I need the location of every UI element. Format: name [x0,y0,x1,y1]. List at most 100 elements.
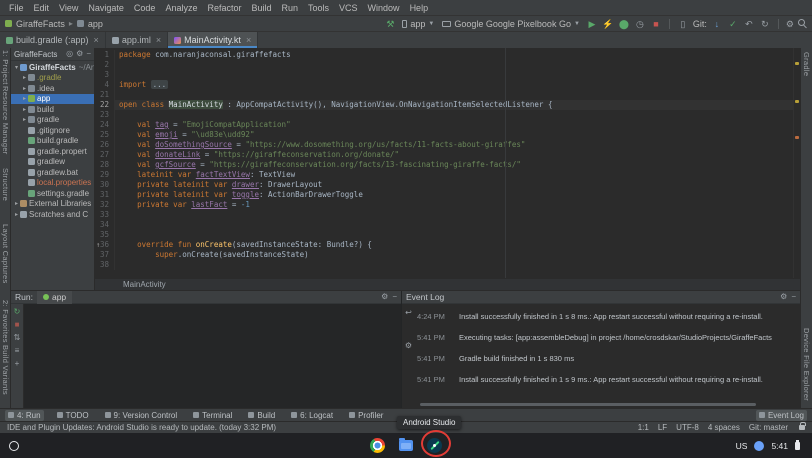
warning-mark[interactable] [795,100,799,103]
menu-vcs[interactable]: VCS [334,3,363,13]
tree-item-gradlew[interactable]: gradlew [11,157,94,168]
toolwindow-button-todo[interactable]: TODO [54,410,92,421]
warning-mark[interactable] [795,136,799,139]
close-tab-icon[interactable]: × [156,35,161,45]
status-utf-8[interactable]: UTF-8 [676,423,699,432]
menu-help[interactable]: Help [405,3,434,13]
tree-item-gradle-propert[interactable]: gradle.propert [11,146,94,157]
gear-icon[interactable]: ⚙ [76,50,83,58]
code-area[interactable]: 1package com.naranjaconsal.giraffefacts 2… [95,48,800,278]
editor-tab-mainactivity-kt[interactable]: MainActivity.kt× [168,32,258,48]
status-4-spaces[interactable]: 4 spaces [708,423,740,432]
toolwindow-button-terminal[interactable]: Terminal [190,410,235,421]
tree-item-app[interactable]: ▸app [11,94,94,105]
toolwindow-button-4-run[interactable]: 4: Run [5,410,44,421]
tree-arrow-icon[interactable]: ▸ [21,95,28,102]
code-line[interactable]: 29 lateinit var factTextView: TextView [95,170,800,180]
tree-item-giraffefacts[interactable]: ▾GiraffeFacts~/AndroidStudioProjects [11,62,94,73]
warning-mark[interactable] [795,62,799,65]
chrome-icon[interactable] [370,438,385,453]
git-rollback-icon[interactable]: ↶ [743,17,755,31]
run-configuration-selector[interactable]: app ▼ [400,19,436,29]
status-git-master[interactable]: Git: master [749,423,788,432]
clock[interactable]: 5:41 [771,441,788,451]
settings-wrench-icon[interactable]: ⚙ [405,341,412,350]
git-history-icon[interactable]: ↻ [759,17,771,31]
tool-strip-2-favorites[interactable]: 2: Favorites [1,300,10,343]
profiler-icon[interactable]: ◷ [634,17,646,31]
editor-tab-build-gradle-app[interactable]: build.gradle (:app)× [0,32,106,48]
menu-build[interactable]: Build [246,3,276,13]
tool-strip-gradle[interactable]: Gradle [802,52,811,76]
files-app-icon[interactable] [399,440,413,451]
toolwindow-button-build[interactable]: Build [245,410,278,421]
menu-tools[interactable]: Tools [303,3,334,13]
menu-icon[interactable]: ≡ [15,346,20,355]
breadcrumb-module[interactable]: app [88,19,103,29]
tree-item-gitignore[interactable]: .gitignore [11,125,94,136]
locate-icon[interactable]: ◎ [66,50,73,58]
override-method-icon[interactable]: ↑ [96,240,100,250]
code-line[interactable]: 24 val tag = "EmojiCompatApplication" [95,120,800,130]
code-line[interactable]: 28 val gcfSource = "https://giraffeconse… [95,160,800,170]
gear-icon[interactable]: ⚙ [381,293,388,301]
close-tab-icon[interactable]: × [94,35,99,45]
menu-refactor[interactable]: Refactor [202,3,246,13]
tree-item-gradlew-bat[interactable]: gradlew.bat [11,167,94,178]
apply-changes-icon[interactable]: ⚡ [602,17,614,31]
menu-navigate[interactable]: Navigate [83,3,129,13]
tree-item-scratches-and-c[interactable]: ▸Scratches and C [11,209,94,220]
tool-strip-1-project[interactable]: 1: Project [1,50,10,85]
tree-item-external-libraries[interactable]: ▸External Libraries [11,199,94,210]
code-line[interactable]: 30 private lateinit var drawer: DrawerLa… [95,180,800,190]
tree-item-build-gradle[interactable]: build.gradle [11,136,94,147]
code-line[interactable]: ↑36 override fun onCreate(savedInstanceS… [95,240,800,250]
hide-panel-icon[interactable]: − [392,293,397,301]
tree-arrow-icon[interactable]: ▸ [21,106,28,113]
toolwindow-button-6-logcat[interactable]: 6: Logcat [288,410,336,421]
tool-strip-device-file-explorer[interactable]: Device File Explorer [802,328,811,401]
tool-strip-resource-manager[interactable]: Resource Manager [1,86,10,155]
code-line[interactable]: 25 val emoji = "\ud83e\udd92" [95,130,800,140]
hide-panel-icon[interactable]: − [86,50,91,58]
tree-arrow-icon[interactable]: ▸ [13,211,20,218]
add-icon[interactable]: + [15,359,20,368]
code-line[interactable]: 27 val donateLink = "https://giraffecons… [95,150,800,160]
code-line[interactable]: 23 [95,110,800,120]
gear-icon[interactable]: ⚙ [780,293,787,301]
tool-strip-structure[interactable]: Structure [1,168,10,201]
breadcrumb[interactable]: MainActivity [95,278,800,290]
toolwindow-button-event-log[interactable]: Event Log [756,410,807,421]
scroll-down-icon[interactable]: ⇅ [14,333,21,342]
tool-strip-layout-captures[interactable]: Layout Captures [1,224,10,284]
code-line[interactable]: 1package com.naranjaconsal.giraffefacts [95,50,800,60]
project-panel-title[interactable]: GiraffeFacts [14,50,63,59]
code-line[interactable]: 4import ... [95,80,800,90]
tree-arrow-icon[interactable]: ▸ [13,200,20,207]
tree-item-build[interactable]: ▸build [11,104,94,115]
tree-item-local-properties[interactable]: local.properties [11,178,94,189]
search-icon[interactable] [798,19,807,28]
git-commit-icon[interactable]: ✓ [727,17,739,31]
tree-arrow-icon[interactable]: ▾ [13,64,20,71]
menu-analyze[interactable]: Analyze [160,3,202,13]
editor-tab-app-iml[interactable]: app.iml× [106,32,168,48]
git-update-icon[interactable]: ↓ [711,17,723,31]
stop-button[interactable]: ■ [650,17,662,31]
code-line[interactable]: 21 [95,90,800,100]
avatar[interactable] [754,441,764,451]
menu-window[interactable]: Window [363,3,405,13]
status-lf[interactable]: LF [658,423,667,432]
device-manager-icon[interactable]: ▯ [677,17,689,31]
tree-arrow-icon[interactable]: ▸ [21,85,28,92]
run-button[interactable]: ▶ [586,17,598,31]
device-selector[interactable]: Google Google Pixelbook Go ▼ [440,19,582,29]
code-line[interactable]: 22open class MainActivity : AppCompatAct… [95,100,800,110]
tree-arrow-icon[interactable]: ▸ [21,74,28,81]
lock-icon[interactable] [799,425,805,430]
menu-code[interactable]: Code [129,3,161,13]
error-stripe[interactable] [793,48,800,278]
toolwindow-button-9-version-control[interactable]: 9: Version Control [102,410,181,421]
horizontal-scrollbar[interactable] [420,403,756,406]
code-line[interactable]: 32 private var lastFact = -1 [95,200,800,210]
